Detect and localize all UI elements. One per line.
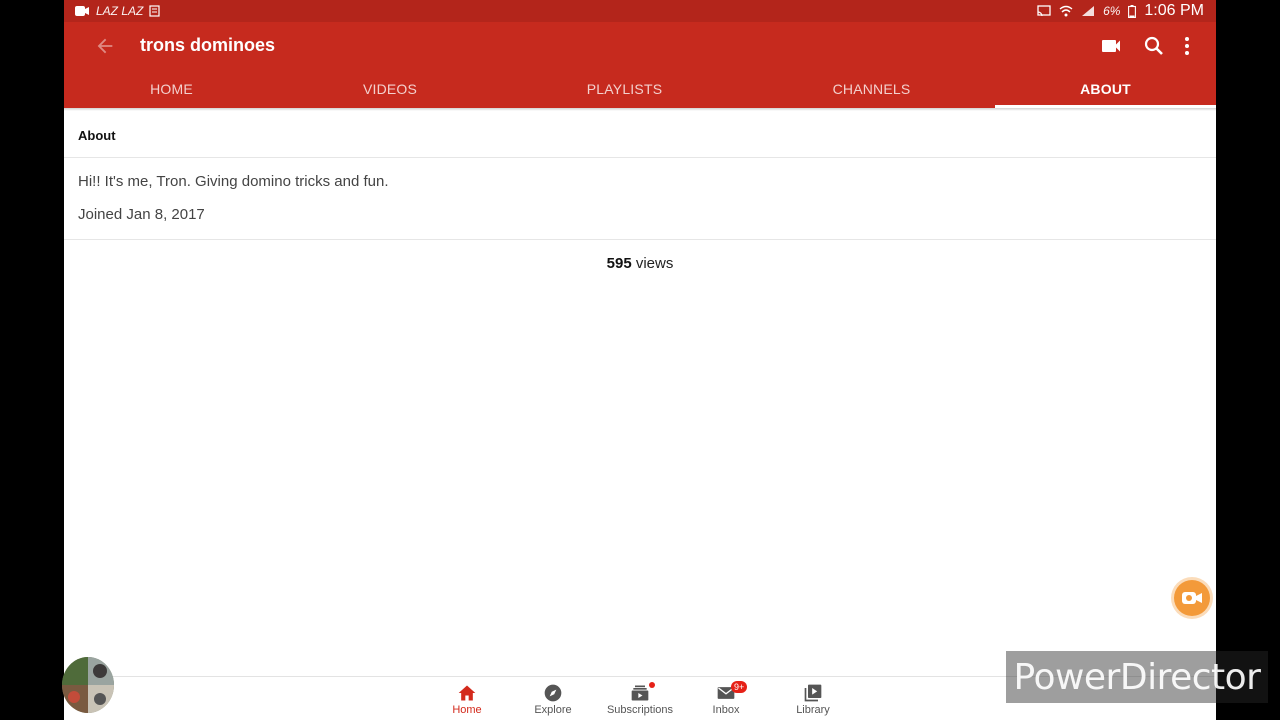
nav-library[interactable]: Library <box>770 681 856 716</box>
library-icon <box>804 684 822 702</box>
divider <box>64 157 1216 158</box>
search-icon[interactable] <box>1142 34 1166 58</box>
status-bar: LAZ LAZ 6% 1:06 PM <box>64 0 1216 22</box>
channel-tabs: HOME VIDEOS PLAYLISTS CHANNELS ABOUT <box>64 70 1216 108</box>
screen-record-icon <box>75 6 89 16</box>
cast-icon <box>1037 5 1051 17</box>
new-content-dot <box>649 682 655 688</box>
tab-videos[interactable]: VIDEOS <box>279 70 501 108</box>
more-vert-icon[interactable] <box>1175 34 1199 58</box>
tab-channels[interactable]: CHANNELS <box>748 70 995 108</box>
account-avatar[interactable] <box>62 657 114 713</box>
nav-explore[interactable]: Explore <box>510 681 596 716</box>
nav-label: Library <box>796 704 830 716</box>
back-arrow-icon[interactable] <box>94 35 116 57</box>
nav-label: Home <box>452 704 482 716</box>
about-section-header: About <box>78 128 116 143</box>
view-count: 595 views <box>64 255 1216 272</box>
joined-date: Joined Jan 8, 2017 <box>78 206 205 223</box>
powerdirector-watermark: PowerDirector <box>1006 651 1268 703</box>
channel-description: Hi!! It's me, Tron. Giving domino tricks… <box>78 173 389 190</box>
view-count-label: views <box>635 255 674 272</box>
view-count-number: 595 <box>606 255 632 272</box>
watermark-text: PowerDirector <box>1013 656 1261 698</box>
wifi-icon <box>1059 5 1073 17</box>
status-notification-text: LAZ LAZ <box>96 4 144 18</box>
home-icon <box>458 685 476 701</box>
channel-title: trons dominoes <box>140 35 276 55</box>
tab-home[interactable]: HOME <box>64 70 279 108</box>
subscriptions-icon <box>631 685 649 701</box>
youtube-app-screen: LAZ LAZ 6% 1:06 PM trons dominoes HOME V… <box>64 0 1216 720</box>
battery-percent: 6% <box>1103 4 1121 18</box>
divider <box>64 239 1216 240</box>
nav-label: Subscriptions <box>606 704 674 716</box>
nav-label: Inbox <box>712 704 740 716</box>
status-time: 1:06 PM <box>1144 2 1204 19</box>
battery-icon <box>1128 4 1137 18</box>
compass-icon <box>544 684 562 702</box>
nav-inbox[interactable]: 9+ Inbox <box>683 681 769 716</box>
avatar-photo-collage <box>62 657 114 713</box>
nav-home[interactable]: Home <box>424 681 510 716</box>
nav-label: Explore <box>534 704 572 716</box>
notification-icon <box>149 5 160 17</box>
status-left: LAZ LAZ <box>64 4 161 18</box>
video-camera-icon[interactable] <box>1099 34 1123 58</box>
app-bar: trons dominoes <box>64 22 1216 70</box>
video-camera-icon <box>1182 592 1202 604</box>
tab-about[interactable]: ABOUT <box>995 70 1216 108</box>
tab-playlists[interactable]: PLAYLISTS <box>501 70 748 108</box>
tabs-shadow <box>64 108 1216 111</box>
screen-recorder-button[interactable] <box>1174 580 1210 616</box>
nav-subscriptions[interactable]: Subscriptions <box>597 681 683 716</box>
inbox-badge: 9+ <box>731 681 748 693</box>
status-right: 6% 1:06 PM <box>1037 2 1216 20</box>
signal-icon <box>1082 6 1095 16</box>
